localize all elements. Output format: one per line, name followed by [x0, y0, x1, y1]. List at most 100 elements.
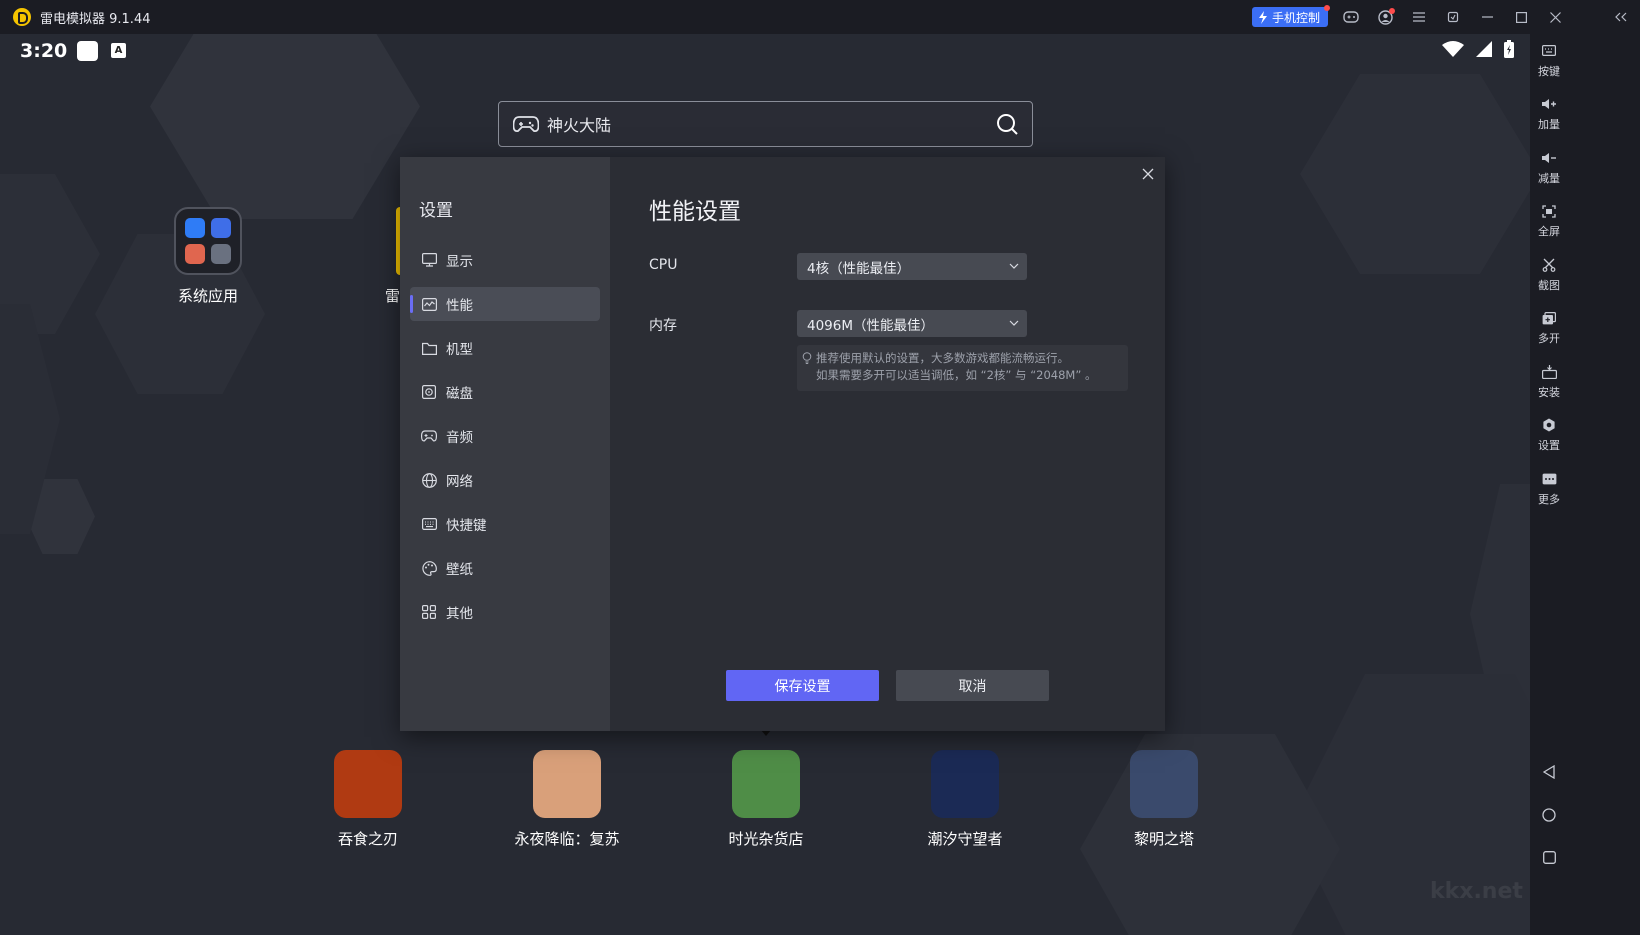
menu-label: 其他 [446, 606, 473, 622]
nav-back-button[interactable] [1530, 765, 1568, 779]
lightning-icon [1258, 10, 1267, 24]
settings-menu-display[interactable]: 显示 [410, 243, 600, 277]
memory-select-value: 4096M（性能最佳） [807, 317, 935, 334]
menu-label: 网络 [446, 474, 473, 490]
app-icon-shiguang [732, 750, 800, 818]
cpu-select[interactable]: 4核（性能最佳） [797, 253, 1027, 280]
right-toolbar: 按键 加量 减量 全屏 截图 多开 安装 设置 更多 [1530, 34, 1568, 935]
app-icon-yongye [533, 750, 601, 818]
phone-control-label: 手机控制 [1271, 10, 1320, 25]
gamepad-icon[interactable] [1334, 0, 1368, 34]
grid-icon [421, 604, 437, 620]
save-settings-button[interactable]: 保存设置 [726, 670, 879, 701]
toolbar-more-button[interactable]: 更多 [1530, 462, 1568, 516]
settings-sidebar: 设置 显示 性能 机型 磁盘 音频 网络 快捷键 壁纸 其他 [400, 157, 610, 731]
settings-menu-network[interactable]: 网络 [410, 463, 600, 497]
toolbar-settings-button[interactable]: 设置 [1530, 409, 1568, 463]
nav-recents-button[interactable] [1530, 851, 1568, 864]
close-icon[interactable] [1138, 165, 1158, 185]
settings-menu-shortcuts[interactable]: 快捷键 [410, 507, 600, 541]
app-icon-tunshi [334, 750, 402, 818]
back-icon [1543, 765, 1555, 779]
settings-menu-other[interactable]: 其他 [410, 595, 600, 629]
toolbar-volume-up-button[interactable]: 加量 [1530, 88, 1568, 142]
scissors-icon [1542, 257, 1556, 273]
menu-icon[interactable] [1402, 0, 1436, 34]
phone-control-button[interactable]: 手机控制 [1251, 5, 1330, 27]
dock-app[interactable]: 潮汐守望者 [885, 750, 1045, 849]
minimize-icon[interactable] [1470, 0, 1504, 34]
folder-icon [421, 340, 437, 356]
gamepad-icon [513, 116, 539, 133]
restore-icon[interactable] [1436, 0, 1470, 34]
search-input[interactable]: 神火大陆 [547, 112, 611, 136]
toolbar-volume-down-button[interactable]: 减量 [1530, 141, 1568, 195]
dock-app[interactable]: 永夜降临：复苏 [487, 750, 647, 849]
toolbar-multi-instance-button[interactable]: 多开 [1530, 302, 1568, 356]
fullscreen-icon [1542, 203, 1556, 219]
app-title: 雷电模拟器 9.1.44 [40, 11, 151, 27]
cpu-select-value: 4核（性能最佳） [807, 260, 911, 277]
settings-menu-wallpaper[interactable]: 壁纸 [410, 551, 600, 585]
cpu-label: CPU [649, 257, 678, 273]
toolbar-label: 多开 [1538, 332, 1560, 346]
palette-icon [421, 560, 437, 576]
settings-menu-model[interactable]: 机型 [410, 331, 600, 365]
search-bar[interactable]: 神火大陆 [498, 101, 1033, 147]
toolbar-fullscreen-button[interactable]: 全屏 [1530, 195, 1568, 249]
system-apps-folder[interactable] [174, 207, 242, 275]
dock-app[interactable]: 黎明之塔 [1084, 750, 1244, 849]
settings-menu-performance[interactable]: 性能 [410, 287, 600, 321]
toolbar-install-apk-button[interactable]: 安装 [1530, 355, 1568, 409]
background-hexagon [1300, 74, 1530, 274]
window-edge [1568, 34, 1640, 935]
settings-dialog: 设置 显示 性能 机型 磁盘 音频 网络 快捷键 壁纸 其他 性能设置 CPU … [400, 157, 1165, 731]
more-icon [1542, 471, 1557, 487]
close-window-icon[interactable] [1538, 0, 1572, 34]
memory-select[interactable]: 4096M（性能最佳） [797, 310, 1027, 337]
toolbar-keymap-button[interactable]: 按键 [1530, 34, 1568, 88]
toolbar-label: 减量 [1538, 171, 1560, 185]
menu-label: 音频 [446, 430, 473, 446]
cancel-button[interactable]: 取消 [896, 670, 1049, 701]
settings-sidebar-title: 设置 [419, 201, 453, 221]
dock-app[interactable]: 时光杂货店 [686, 750, 846, 849]
settings-menu-disk[interactable]: 磁盘 [410, 375, 600, 409]
account-icon[interactable] [1368, 0, 1402, 34]
collapse-sidebar-icon[interactable] [1602, 0, 1640, 34]
multi-instance-icon [1542, 310, 1556, 326]
toolbar-label: 更多 [1538, 492, 1560, 506]
settings-app-icon [185, 218, 205, 238]
search-icon[interactable] [996, 113, 1018, 135]
gallery-app-icon [185, 244, 205, 264]
toolbar-label: 全屏 [1538, 225, 1560, 239]
performance-hint: 推荐使用默认的设置，大多数游戏都能流畅运行。 如果需要多开可以适当调低，如 “2… [797, 345, 1128, 391]
background-hexagon [150, 34, 420, 219]
folder-label: 系统应用 [177, 287, 238, 305]
lightbulb-icon [802, 352, 812, 364]
toolbar-label: 安装 [1538, 385, 1560, 399]
chevron-down-icon [1009, 320, 1019, 326]
nav-home-button[interactable] [1530, 808, 1568, 822]
settings-menu-audio[interactable]: 音频 [410, 419, 600, 453]
volume-up-icon [1541, 96, 1557, 112]
keyboard-badge-icon: A [111, 43, 126, 58]
dock-app-label: 时光杂货店 [728, 830, 804, 848]
watermark: kkx.net [1430, 879, 1523, 904]
apk-icon [1541, 364, 1557, 380]
toolbar-screenshot-button[interactable]: 截图 [1530, 248, 1568, 302]
menu-label: 性能 [446, 298, 473, 314]
disk-icon [421, 384, 437, 400]
cell-signal-icon [1476, 41, 1492, 57]
app-icon-chaoxi [931, 750, 999, 818]
gamepad-icon [421, 428, 437, 444]
settings-page-title: 性能设置 [649, 199, 741, 225]
menu-label: 快捷键 [446, 518, 487, 534]
maximize-icon[interactable] [1504, 0, 1538, 34]
status-time: 3:20 [20, 40, 68, 62]
menu-label: 磁盘 [446, 386, 473, 402]
volume-down-icon [1541, 150, 1557, 166]
gear-icon [1542, 417, 1556, 433]
dock-app[interactable]: 吞食之刃 [288, 750, 448, 849]
keyboard-icon [421, 516, 437, 532]
